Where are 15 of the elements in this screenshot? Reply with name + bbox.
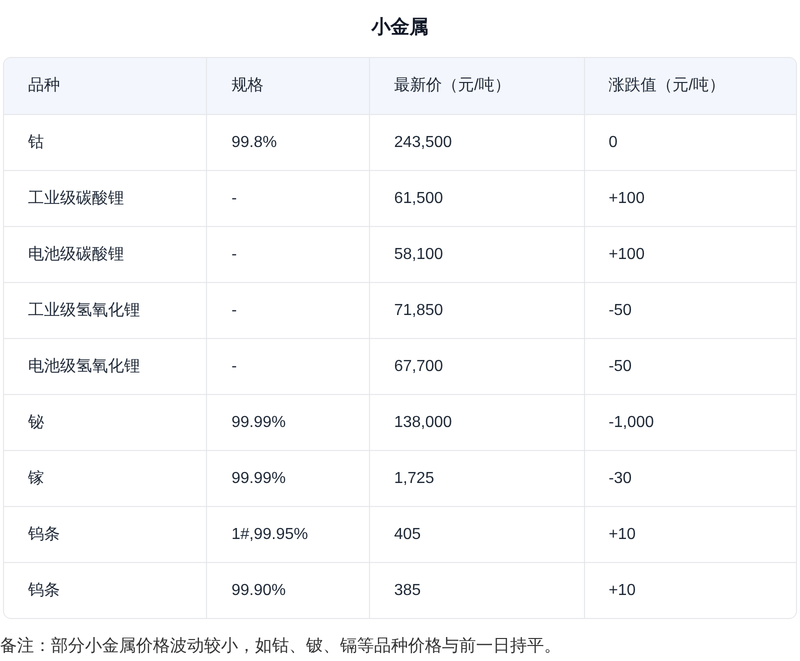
table-cell-text: 0 (608, 132, 618, 152)
table-cell-text: -1,000 (608, 412, 655, 432)
table-cell: 钨条 (4, 563, 208, 618)
table-cell-text: -50 (608, 356, 633, 376)
table-cell-text: -30 (608, 468, 633, 488)
table-cell-text: +10 (608, 524, 637, 544)
footnote: 备注：部分小金属价格波动较小，如钴、铍、镉等品种价格与前一日持平。 (0, 635, 562, 657)
table-cell: 99.90% (207, 563, 370, 618)
table-title: 小金属 (372, 16, 428, 40)
table-cell-text: +100 (608, 188, 646, 208)
column-header: 涨跌值（元/吨） (608, 76, 726, 96)
table-cell-text: +100 (608, 244, 646, 264)
table-cell-text: -50 (608, 300, 633, 320)
table-cell: 385 (370, 563, 585, 618)
table-cell-text: +10 (608, 580, 637, 600)
